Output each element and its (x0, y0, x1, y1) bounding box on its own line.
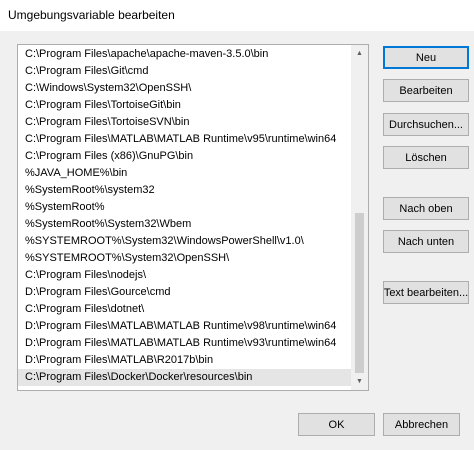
vertical-scrollbar[interactable]: ▲ ▼ (351, 45, 368, 390)
cancel-button[interactable]: Abbrechen (383, 413, 460, 436)
path-list-item[interactable]: %SystemRoot%\system32 (18, 182, 353, 199)
path-list-items: C:\Program Files\apache\apache-maven-3.5… (18, 46, 353, 386)
path-list-item[interactable]: %SYSTEMROOT%\System32\OpenSSH\ (18, 250, 353, 267)
window-title: Umgebungsvariable bearbeiten (8, 8, 175, 22)
move-down-button[interactable]: Nach unten (383, 230, 469, 253)
path-list-item[interactable]: C:\Program Files\apache\apache-maven-3.5… (18, 46, 353, 63)
title-bar: Umgebungsvariable bearbeiten (0, 0, 474, 31)
scrollbar-thumb[interactable] (355, 213, 364, 373)
path-list[interactable]: C:\Program Files\apache\apache-maven-3.5… (17, 44, 369, 391)
path-list-item[interactable]: C:\Program Files (x86)\GnuPG\bin (18, 148, 353, 165)
path-list-item[interactable]: C:\Program Files\Git\cmd (18, 63, 353, 80)
path-list-item[interactable]: C:\Program Files\nodejs\ (18, 267, 353, 284)
new-button[interactable]: Neu (383, 46, 469, 69)
path-list-item[interactable]: C:\Program Files\Docker\Docker\resources… (18, 369, 353, 386)
browse-button[interactable]: Durchsuchen... (383, 113, 469, 136)
scroll-up-icon[interactable]: ▲ (351, 45, 368, 62)
move-up-button[interactable]: Nach oben (383, 197, 469, 220)
edit-text-button[interactable]: Text bearbeiten... (383, 281, 469, 304)
edit-button[interactable]: Bearbeiten (383, 79, 469, 102)
path-list-item[interactable]: C:\Program Files\TortoiseGit\bin (18, 97, 353, 114)
path-list-item[interactable]: %SystemRoot% (18, 199, 353, 216)
path-list-item[interactable]: C:\Program Files\dotnet\ (18, 301, 353, 318)
path-list-item[interactable]: D:\Program Files\Gource\cmd (18, 284, 353, 301)
path-list-item[interactable]: D:\Program Files\MATLAB\MATLAB Runtime\v… (18, 335, 353, 352)
path-list-item[interactable]: %SYSTEMROOT%\System32\WindowsPowerShell\… (18, 233, 353, 250)
delete-button[interactable]: Löschen (383, 146, 469, 169)
path-list-item[interactable]: %JAVA_HOME%\bin (18, 165, 353, 182)
scroll-down-icon[interactable]: ▼ (351, 373, 368, 390)
path-list-item[interactable]: D:\Program Files\MATLAB\MATLAB Runtime\v… (18, 318, 353, 335)
path-list-item[interactable]: C:\Program Files\MATLAB\MATLAB Runtime\v… (18, 131, 353, 148)
path-list-item[interactable]: D:\Program Files\MATLAB\R2017b\bin (18, 352, 353, 369)
path-list-item[interactable]: C:\Windows\System32\OpenSSH\ (18, 80, 353, 97)
path-list-item[interactable]: %SystemRoot%\System32\Wbem (18, 216, 353, 233)
ok-button[interactable]: OK (298, 413, 375, 436)
path-list-item[interactable]: C:\Program Files\TortoiseSVN\bin (18, 114, 353, 131)
